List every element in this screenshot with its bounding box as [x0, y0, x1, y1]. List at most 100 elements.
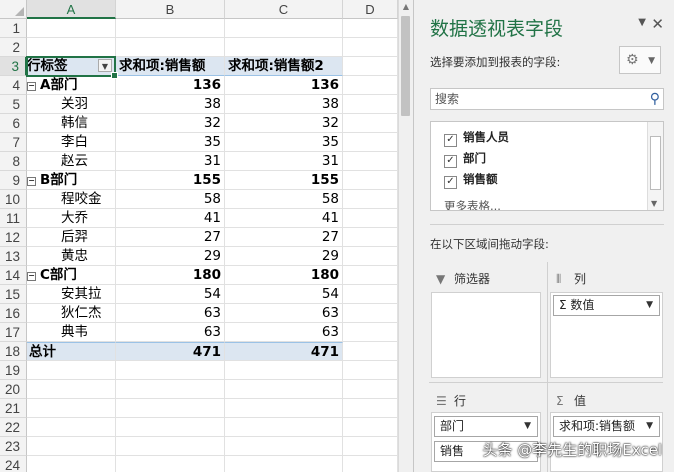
cell-b[interactable]: 136: [116, 76, 225, 95]
row-number[interactable]: 3: [0, 57, 27, 76]
cell-b[interactable]: 471: [116, 342, 225, 361]
filters-drop-zone[interactable]: [431, 292, 541, 378]
row-number[interactable]: 8: [0, 152, 27, 171]
cell-a[interactable]: 关羽: [27, 95, 116, 114]
cell-c[interactable]: [225, 418, 343, 437]
cell-b[interactable]: 29: [116, 247, 225, 266]
cell-a[interactable]: 行标签 ▼: [27, 57, 116, 76]
cell-a[interactable]: 韩信: [27, 114, 116, 133]
scroll-up-arrow-icon[interactable]: ▲: [401, 2, 411, 12]
cell-a[interactable]: 李白: [27, 133, 116, 152]
cell-d[interactable]: [343, 437, 398, 456]
cell-a[interactable]: 安其拉: [27, 285, 116, 304]
cell-c[interactable]: [225, 437, 343, 456]
cell-d[interactable]: [343, 76, 398, 95]
row-number[interactable]: 22: [0, 418, 27, 437]
cell-c[interactable]: 155: [225, 171, 343, 190]
field-search-input[interactable]: 搜索 ⚲: [430, 88, 664, 110]
cell-d[interactable]: [343, 38, 398, 57]
cell-c[interactable]: 35: [225, 133, 343, 152]
cell-b[interactable]: [116, 38, 225, 57]
cell-a[interactable]: 黄忠: [27, 247, 116, 266]
cell-b[interactable]: [116, 437, 225, 456]
spreadsheet[interactable]: A B C D 1 2 3 行标签 ▼ 求和项:销售额 求和项:销售额2 4− A部门 136 13…: [0, 0, 398, 472]
row-number[interactable]: 10: [0, 190, 27, 209]
cell-b[interactable]: [116, 361, 225, 380]
cell-a[interactable]: 后羿: [27, 228, 116, 247]
row-number[interactable]: 1: [0, 19, 27, 38]
cell-d[interactable]: [343, 323, 398, 342]
cell-a[interactable]: − A部门: [27, 76, 116, 95]
checkbox-checked-icon[interactable]: ✓: [444, 134, 457, 147]
cell-c[interactable]: 32: [225, 114, 343, 133]
row-number[interactable]: 5: [0, 95, 27, 114]
checkbox-checked-icon[interactable]: ✓: [444, 176, 457, 189]
filter-dropdown-icon[interactable]: ▼: [98, 59, 112, 72]
cell-c[interactable]: 63: [225, 323, 343, 342]
cell-d[interactable]: [343, 57, 398, 76]
cell-c[interactable]: 27: [225, 228, 343, 247]
column-field-chip[interactable]: Σ 数值 ▼: [553, 295, 660, 316]
cell-b[interactable]: 63: [116, 304, 225, 323]
cell-c[interactable]: 29: [225, 247, 343, 266]
cell-c[interactable]: [225, 19, 343, 38]
cell-b[interactable]: 58: [116, 190, 225, 209]
collapse-icon[interactable]: −: [27, 272, 36, 281]
cell-b[interactable]: [116, 19, 225, 38]
cell-b[interactable]: 32: [116, 114, 225, 133]
row-number[interactable]: 23: [0, 437, 27, 456]
cell-b[interactable]: [116, 418, 225, 437]
cell-b[interactable]: 38: [116, 95, 225, 114]
row-number[interactable]: 11: [0, 209, 27, 228]
cell-a[interactable]: − C部门: [27, 266, 116, 285]
row-number[interactable]: 14: [0, 266, 27, 285]
row-number[interactable]: 7: [0, 133, 27, 152]
row-number[interactable]: 24: [0, 456, 27, 472]
cell-c[interactable]: 180: [225, 266, 343, 285]
cell-c[interactable]: 471: [225, 342, 343, 361]
cell-d[interactable]: [343, 304, 398, 323]
cell-a[interactable]: [27, 456, 116, 472]
cell-c[interactable]: [225, 380, 343, 399]
checkbox-checked-icon[interactable]: ✓: [444, 155, 457, 168]
cell-a[interactable]: [27, 437, 116, 456]
cell-a[interactable]: 程咬金: [27, 190, 116, 209]
cell-d[interactable]: [343, 456, 398, 472]
cell-b[interactable]: 155: [116, 171, 225, 190]
cell-a[interactable]: 大乔: [27, 209, 116, 228]
cell-a[interactable]: 总计: [27, 342, 116, 361]
cell-d[interactable]: [343, 190, 398, 209]
column-header-c[interactable]: C: [225, 0, 343, 19]
cell-d[interactable]: [343, 228, 398, 247]
cell-b[interactable]: 41: [116, 209, 225, 228]
row-number[interactable]: 15: [0, 285, 27, 304]
cell-a[interactable]: 典韦: [27, 323, 116, 342]
cell-d[interactable]: [343, 361, 398, 380]
scroll-thumb[interactable]: [401, 16, 410, 116]
cell-c[interactable]: 54: [225, 285, 343, 304]
cell-a[interactable]: − B部门: [27, 171, 116, 190]
row-number[interactable]: 16: [0, 304, 27, 323]
cell-d[interactable]: [343, 133, 398, 152]
row-number[interactable]: 18: [0, 342, 27, 361]
cell-b[interactable]: 63: [116, 323, 225, 342]
cell-c[interactable]: [225, 399, 343, 418]
cell-d[interactable]: [343, 266, 398, 285]
row-number[interactable]: 2: [0, 38, 27, 57]
cell-b[interactable]: 35: [116, 133, 225, 152]
column-header-a[interactable]: A: [27, 0, 116, 19]
cell-d[interactable]: [343, 114, 398, 133]
field-list-scroll-thumb[interactable]: [650, 136, 661, 190]
cell-d[interactable]: [343, 285, 398, 304]
row-number[interactable]: 20: [0, 380, 27, 399]
value-field-chip[interactable]: 求和项:销售额 ▼: [553, 416, 660, 437]
field-item-sales-person[interactable]: ✓ 销售人员: [444, 129, 509, 147]
cell-d[interactable]: [343, 209, 398, 228]
collapse-icon[interactable]: −: [27, 82, 36, 91]
cell-a[interactable]: [27, 361, 116, 380]
cell-d[interactable]: [343, 171, 398, 190]
tools-button[interactable]: ⚙ ▼: [619, 46, 661, 74]
cell-d[interactable]: [343, 342, 398, 361]
column-header-d[interactable]: D: [343, 0, 398, 19]
field-item-sales[interactable]: ✓ 销售额: [444, 171, 498, 189]
